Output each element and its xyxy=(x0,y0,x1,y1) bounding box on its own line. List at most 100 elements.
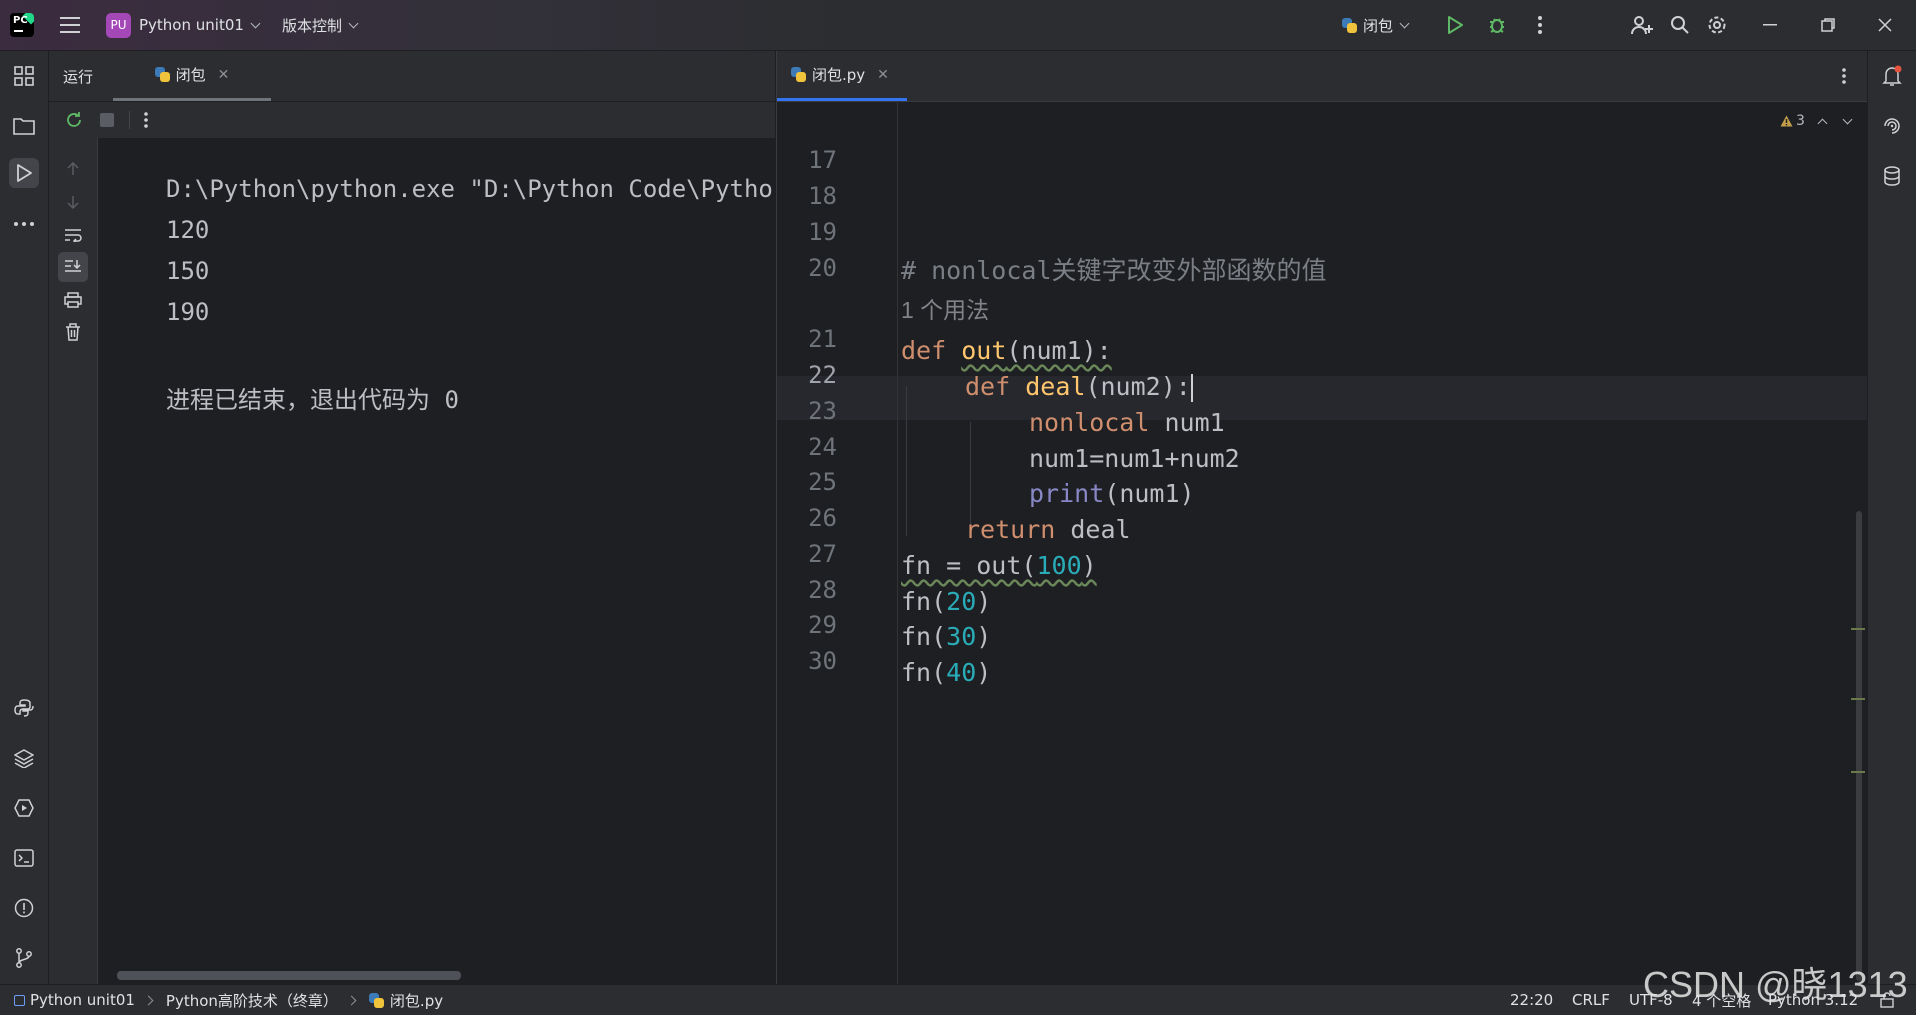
line-number: 21 xyxy=(808,325,837,353)
rerun-icon[interactable] xyxy=(59,105,89,135)
editor-vertical-scrollbar[interactable] xyxy=(1856,511,1862,981)
more-tools-icon[interactable] xyxy=(9,209,39,239)
breadcrumb-folder[interactable]: Python高阶技术（终章） xyxy=(166,990,338,1011)
notifications-bell-icon[interactable] xyxy=(1877,61,1907,91)
line-number: 26 xyxy=(808,504,837,532)
services-icon[interactable] xyxy=(9,793,39,823)
pycharm-logo-icon[interactable]: PC xyxy=(10,13,34,37)
terminal-icon[interactable] xyxy=(9,843,39,873)
code-line-20[interactable]: # nonlocal关键字改变外部函数的值 xyxy=(901,251,1327,287)
code-line-27[interactable]: fn = out(100) xyxy=(901,551,1097,580)
add-user-icon[interactable] xyxy=(1627,10,1657,40)
console-line: 150 xyxy=(166,257,210,285)
line-separator[interactable]: CRLF xyxy=(1572,985,1610,1015)
project-folder-icon[interactable] xyxy=(9,111,39,141)
scroll-to-end-icon[interactable] xyxy=(58,252,88,282)
code-line-23[interactable]: nonlocal num1 xyxy=(1029,408,1225,437)
code-line-26[interactable]: return deal xyxy=(965,515,1131,544)
line-number: 28 xyxy=(808,576,837,604)
line-number: 20 xyxy=(808,254,837,282)
more-actions-icon[interactable] xyxy=(1525,10,1555,40)
structure-icon[interactable] xyxy=(9,61,39,91)
python-console-icon[interactable] xyxy=(9,693,39,723)
usages-inlay-hint[interactable]: 1 个用法 xyxy=(901,291,989,325)
scroll-down-icon[interactable] xyxy=(58,187,88,217)
warning-stripe-mark[interactable] xyxy=(1851,771,1865,773)
close-tab-icon[interactable]: ✕ xyxy=(877,67,889,83)
left-tool-strip xyxy=(0,51,49,984)
code-line-28[interactable]: fn(20) xyxy=(901,587,991,616)
line-number: 29 xyxy=(808,611,837,639)
search-icon[interactable] xyxy=(1665,10,1695,40)
soft-wrap-icon[interactable] xyxy=(58,220,88,250)
console-line: 190 xyxy=(166,298,210,326)
console-horizontal-scrollbar[interactable] xyxy=(117,971,461,980)
vcs-menu[interactable]: 版本控制 xyxy=(282,0,359,50)
inspection-widget[interactable]: 3 xyxy=(1780,109,1853,133)
toolbar-separator xyxy=(129,111,130,129)
debug-icon[interactable] xyxy=(1482,10,1512,40)
main-menu-icon[interactable] xyxy=(55,10,85,40)
run-icon[interactable] xyxy=(1440,10,1470,40)
number-token: 20 xyxy=(946,587,977,616)
chevron-down-icon xyxy=(348,18,359,28)
code-line-29[interactable]: fn(30) xyxy=(901,622,991,651)
more-options-icon[interactable] xyxy=(131,105,161,135)
text-caret xyxy=(1190,374,1193,402)
run-tab-closure[interactable]: 闭包 ✕ xyxy=(113,51,271,101)
database-icon[interactable] xyxy=(1877,161,1907,191)
stop-icon[interactable] xyxy=(92,105,122,135)
warning-stripe-mark[interactable] xyxy=(1851,628,1865,630)
breadcrumb-project[interactable]: Python unit01 xyxy=(30,991,135,1009)
chevron-right-icon xyxy=(143,995,154,1005)
print-icon[interactable] xyxy=(58,285,88,315)
number-token: 100 xyxy=(1036,551,1082,580)
module-icon xyxy=(14,994,25,1006)
warning-icon xyxy=(1780,115,1793,127)
code-token: fn( xyxy=(901,587,947,616)
console-actions-strip xyxy=(49,138,98,984)
identifier-token: num1 xyxy=(1149,408,1225,437)
run-config-selector[interactable]: 闭包 xyxy=(1342,0,1410,50)
line-number: 23 xyxy=(808,397,837,425)
line-number: 25 xyxy=(808,468,837,496)
run-tool-window: 运行 闭包 ✕ D:\Python\python.exe "D:\Python … xyxy=(49,51,775,984)
function-name-token: deal xyxy=(1025,372,1086,401)
code-token: fn( xyxy=(901,622,947,651)
python-packages-icon[interactable] xyxy=(9,743,39,773)
project-switcher[interactable]: PU Python unit01 xyxy=(106,0,261,50)
previous-highlight-icon[interactable] xyxy=(1817,118,1828,128)
code-editor: 闭包.py ✕ 3 17 18 19 20 21 22 23 24 25 26 … xyxy=(776,51,1867,984)
params-token: (num2): xyxy=(1085,372,1191,401)
problems-icon[interactable] xyxy=(9,893,39,923)
code-line-25[interactable]: print(num1) xyxy=(1029,479,1195,508)
function-name-token: out xyxy=(961,336,1007,365)
ai-assistant-icon[interactable] xyxy=(1877,111,1907,141)
clear-trash-icon[interactable] xyxy=(58,317,88,347)
minimize-icon[interactable] xyxy=(1755,10,1785,40)
run-tool-icon[interactable] xyxy=(9,158,39,188)
python-file-icon xyxy=(1342,17,1357,33)
console-output[interactable]: D:\Python\python.exe "D:\Python Code\Pyt… xyxy=(98,138,775,984)
project-badge: PU xyxy=(106,12,131,38)
next-highlight-icon[interactable] xyxy=(1842,114,1853,124)
editor-more-icon[interactable] xyxy=(1829,61,1859,91)
code-line-21[interactable]: def out(num1): xyxy=(901,336,1112,365)
settings-gear-icon[interactable] xyxy=(1702,10,1732,40)
code-line-24[interactable]: num1=num1+num2 xyxy=(1029,444,1240,473)
breadcrumb-file[interactable]: 闭包.py xyxy=(390,990,443,1011)
caret-position[interactable]: 22:20 xyxy=(1510,985,1553,1015)
keyword-token: return xyxy=(965,515,1056,544)
restore-window-icon[interactable] xyxy=(1813,10,1843,40)
chevron-down-icon xyxy=(1399,18,1410,28)
vcs-menu-label: 版本控制 xyxy=(282,16,343,35)
warning-stripe-mark[interactable] xyxy=(1851,698,1865,700)
code-line-22[interactable]: def deal(num2): xyxy=(965,372,1193,402)
code-line-30[interactable]: fn(40) xyxy=(901,658,991,687)
git-branch-icon[interactable] xyxy=(9,943,39,973)
close-tab-icon[interactable]: ✕ xyxy=(218,67,230,83)
editor-tab-closure-py[interactable]: 闭包.py ✕ xyxy=(777,51,907,101)
close-window-icon[interactable] xyxy=(1870,10,1900,40)
current-line-highlight xyxy=(777,376,1867,420)
scroll-up-icon[interactable] xyxy=(58,154,88,184)
